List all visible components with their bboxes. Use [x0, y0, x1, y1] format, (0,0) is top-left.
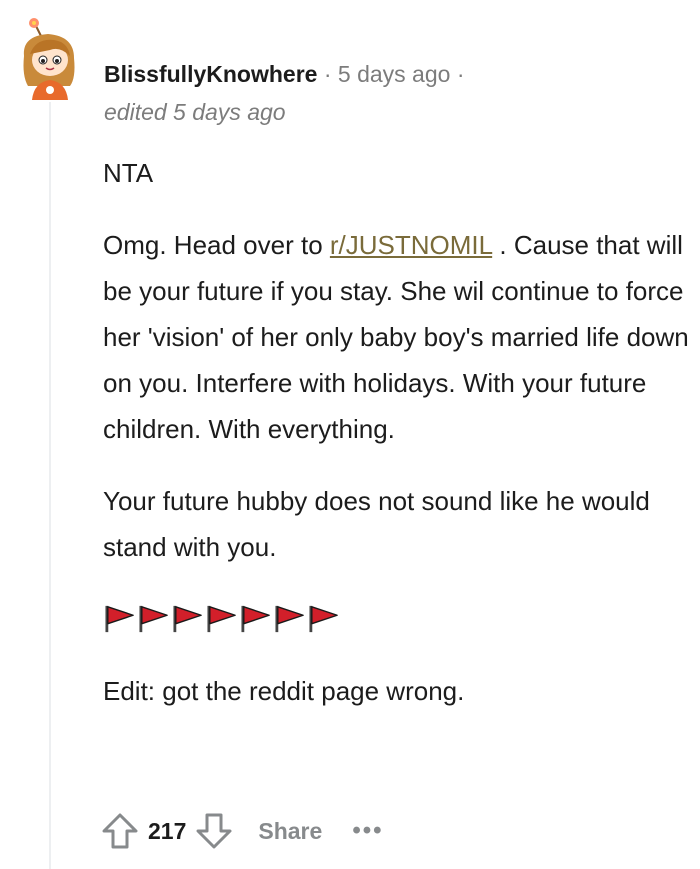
share-button[interactable]: Share	[258, 818, 322, 845]
subreddit-link[interactable]: r/JUSTNOMIL	[330, 230, 492, 260]
upvote-button[interactable]	[100, 811, 140, 851]
red-flag-icon	[105, 605, 134, 633]
arrow-up-icon	[102, 813, 138, 849]
comment-header: BlissfullyKnowhere · 5 days ago ·	[104, 58, 464, 90]
user-avatar[interactable]	[14, 16, 86, 100]
comment-body: NTA Omg. Head over to r/JUSTNOMIL . Caus…	[103, 150, 693, 740]
red-flag-icon	[275, 605, 304, 633]
comment-paragraph: Your future hubby does not sound like he…	[103, 486, 650, 562]
red-flag-icon	[139, 605, 168, 633]
red-flag-icon	[309, 605, 338, 633]
separator-dot-trailing: ·	[456, 61, 465, 87]
more-options-button[interactable]: •••	[352, 817, 383, 845]
paragraph-text: . Cause that will be your future if you …	[103, 230, 689, 444]
author-name[interactable]: BlissfullyKnowhere	[104, 61, 317, 87]
downvote-button[interactable]	[194, 811, 234, 851]
paragraph-text: Omg. Head over to	[103, 230, 330, 260]
comment-actions: 217 Share •••	[100, 808, 384, 854]
timestamp[interactable]: 5 days ago	[338, 61, 451, 87]
verdict-text: NTA	[103, 158, 154, 188]
edited-label: edited 5 days ago	[104, 99, 286, 125]
arrow-down-icon	[196, 813, 232, 849]
red-flag-icon	[241, 605, 270, 633]
red-flag-icon	[207, 605, 236, 633]
red-flag-icon	[173, 605, 202, 633]
edit-note: Edit: got the reddit page wrong.	[103, 676, 465, 706]
thread-line[interactable]	[49, 102, 51, 869]
separator-dot: ·	[323, 61, 332, 87]
red-flags-row	[103, 596, 693, 642]
vote-count: 217	[148, 817, 187, 844]
comment-paragraph: Omg. Head over to r/JUSTNOMIL . Cause th…	[103, 222, 693, 452]
